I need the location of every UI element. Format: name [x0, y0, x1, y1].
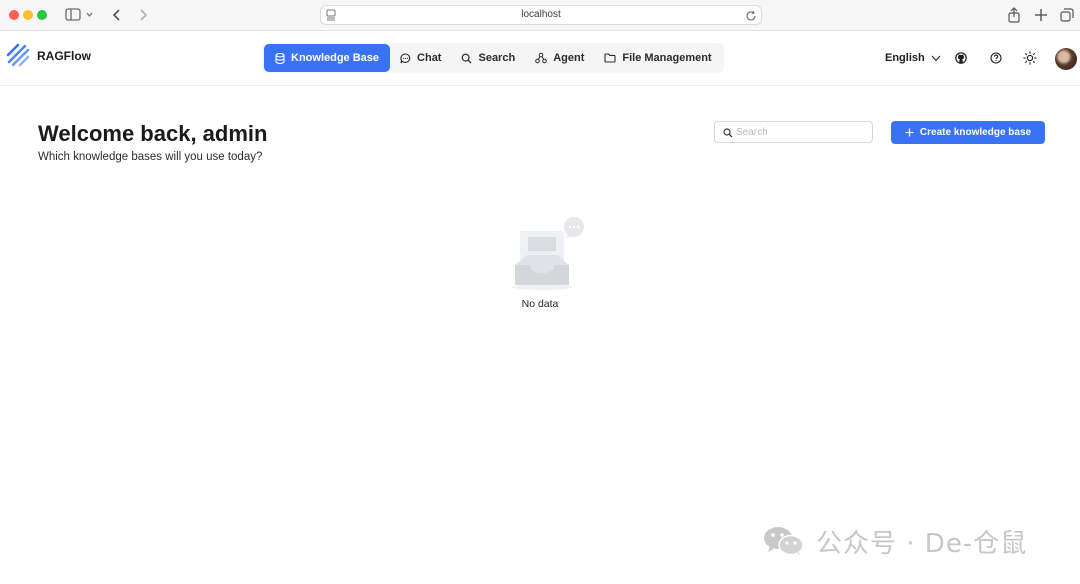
create-knowledge-base-label: Create knowledge base [919, 127, 1032, 138]
address-bar[interactable]: localhost [320, 5, 762, 25]
nav-search-label: Search [478, 52, 516, 64]
forward-arrow-icon[interactable] [136, 6, 150, 24]
search-icon [462, 53, 472, 63]
help-circle-icon[interactable] [986, 48, 1006, 68]
nav-chat[interactable]: Chat [390, 44, 451, 72]
url-text: localhost [521, 9, 561, 20]
search-icon [723, 128, 733, 138]
nav-agent[interactable]: Agent [525, 44, 594, 72]
plus-icon [905, 128, 914, 137]
sidebar-toggle-icon[interactable] [64, 6, 94, 24]
reload-icon[interactable] [745, 9, 757, 27]
new-tab-plus-icon[interactable] [1033, 6, 1049, 24]
app-header: RAGFlow Knowledge Base Chat Search Agent… [0, 31, 1080, 86]
app-name: RAGFlow [37, 49, 91, 63]
sun-theme-icon[interactable] [1020, 48, 1040, 68]
main-nav: Knowledge Base Chat Search Agent File Ma… [262, 43, 724, 73]
folder-icon [604, 53, 616, 63]
chat-bubble-icon [400, 52, 411, 63]
welcome-subtitle: Which knowledge bases will you use today… [38, 151, 263, 163]
watermark-text: 公众号 · De-仓鼠 [816, 528, 1028, 559]
watermark: 公众号 · De-仓鼠 [762, 524, 1028, 559]
nav-knowledge-base[interactable]: Knowledge Base [264, 44, 391, 72]
tab-overview-icon[interactable] [1059, 6, 1075, 24]
maximize-window-button[interactable] [37, 10, 47, 20]
nav-agent-label: Agent [553, 52, 585, 64]
create-knowledge-base-button[interactable]: Create knowledge base [891, 121, 1045, 144]
wechat-icon [764, 527, 804, 556]
user-avatar[interactable] [1055, 48, 1077, 70]
share-icon[interactable] [1006, 6, 1022, 24]
welcome-heading: Welcome back, admin [38, 121, 268, 146]
empty-state-text: No data [521, 298, 559, 310]
github-icon[interactable] [951, 48, 971, 68]
language-label: English [885, 52, 925, 64]
language-selector[interactable]: English [885, 52, 941, 64]
agent-nodes-icon [535, 52, 547, 64]
chevron-down-icon [931, 55, 941, 61]
nav-search[interactable]: Search [451, 44, 525, 72]
nav-file-management-label: File Management [622, 52, 712, 64]
close-window-button[interactable] [9, 10, 19, 20]
knowledge-search-box[interactable] [714, 121, 873, 143]
browser-toolbar: localhost [0, 0, 1080, 31]
empty-inbox-icon [508, 215, 590, 293]
ragflow-logo-icon[interactable] [6, 43, 30, 67]
nav-file-management[interactable]: File Management [594, 44, 721, 72]
back-arrow-icon[interactable] [110, 6, 124, 24]
nav-chat-label: Chat [417, 52, 442, 64]
minimize-window-button[interactable] [23, 10, 33, 20]
nav-knowledge-base-label: Knowledge Base [291, 52, 380, 64]
database-icon [275, 52, 285, 64]
knowledge-search-input[interactable] [736, 124, 866, 140]
